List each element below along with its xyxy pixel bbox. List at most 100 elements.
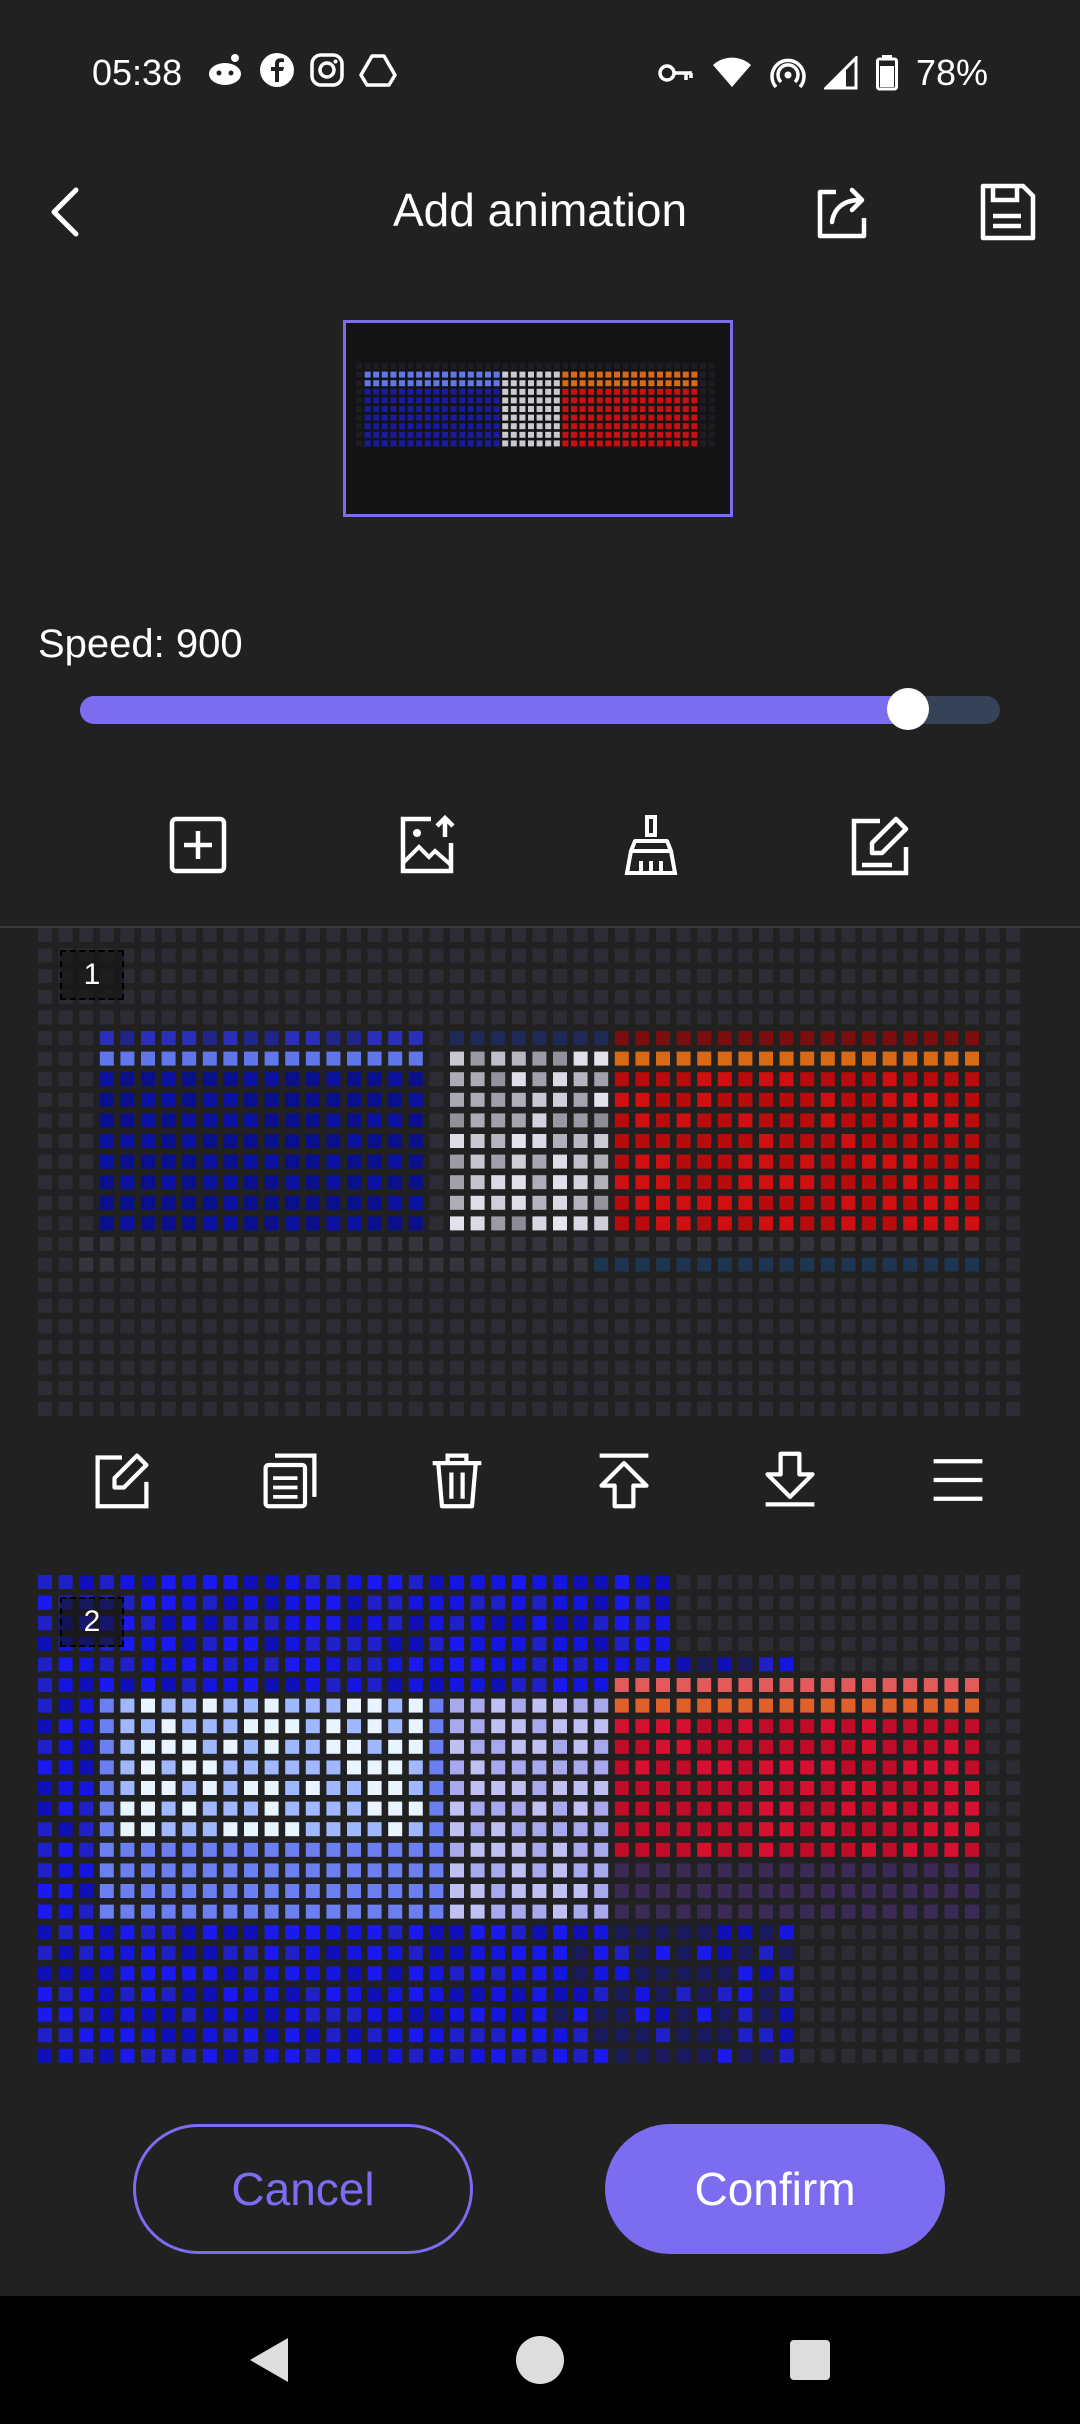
pixel	[491, 1842, 506, 1857]
pixel	[965, 928, 979, 942]
preview-pixel	[381, 414, 388, 421]
pixel	[141, 1134, 155, 1148]
pixel	[697, 1925, 712, 1940]
pixel	[388, 1987, 403, 2001]
pixel	[717, 1945, 732, 1960]
pixel	[985, 1657, 1000, 1672]
pixel	[367, 948, 382, 963]
move-down-button[interactable]	[758, 1445, 822, 1515]
pixel	[38, 1595, 52, 1610]
pixel	[285, 2007, 300, 2022]
save-button[interactable]	[970, 175, 1044, 249]
pixel	[285, 1801, 300, 1816]
pixel	[532, 1175, 547, 1190]
pixel	[800, 1401, 815, 1416]
animation-preview[interactable]	[343, 320, 733, 517]
pixel	[985, 1884, 1000, 1898]
pixel	[244, 1113, 258, 1128]
pixel	[367, 1237, 382, 1251]
pixel	[800, 969, 815, 984]
preview-pixel	[639, 397, 646, 404]
pixel	[58, 1237, 73, 1251]
pixel	[120, 2007, 135, 2022]
frame-card-2[interactable]: 2	[38, 1575, 1038, 2070]
pixel	[141, 1945, 155, 1960]
pixel	[202, 1257, 217, 1272]
copy-frame-button[interactable]	[258, 1445, 322, 1515]
pixel	[182, 948, 197, 963]
pixel	[347, 1987, 361, 2001]
preview-pixel	[476, 414, 483, 421]
edit-button[interactable]	[845, 810, 915, 880]
pixel	[553, 1781, 567, 1795]
pixel	[923, 1237, 938, 1251]
cancel-button[interactable]: Cancel	[133, 2124, 473, 2254]
pixel	[491, 1822, 506, 1837]
pixel	[305, 2028, 320, 2043]
pixel	[944, 1072, 959, 1087]
pixel	[161, 1575, 176, 1589]
pixel	[326, 1595, 341, 1610]
nav-back-button[interactable]	[238, 2328, 302, 2392]
pixel	[429, 1360, 444, 1375]
pixel	[202, 1863, 217, 1878]
edit-frame-button[interactable]	[90, 1445, 154, 1515]
preview-pixel	[450, 397, 457, 404]
pixel	[594, 1319, 609, 1334]
import-image-button[interactable]	[392, 810, 462, 880]
clear-button[interactable]	[616, 810, 686, 880]
pixel	[347, 1257, 361, 1272]
pixel	[614, 1195, 629, 1210]
pixel	[491, 1739, 506, 1754]
pixel	[882, 1195, 897, 1210]
pixel	[985, 1719, 1000, 1734]
move-to-top-button[interactable]	[592, 1445, 656, 1515]
preview-pixel	[502, 380, 509, 387]
pixel	[38, 1401, 52, 1416]
pixel	[697, 1401, 712, 1416]
speed-slider[interactable]	[80, 688, 1000, 730]
delete-frame-button[interactable]	[425, 1445, 489, 1515]
slider-thumb[interactable]	[887, 688, 929, 730]
pixel	[305, 1278, 320, 1293]
square-recents-icon	[790, 2340, 830, 2380]
pixel	[161, 1781, 176, 1795]
pixel	[244, 1616, 258, 1631]
preview-pixel	[691, 440, 698, 447]
pixel	[470, 1134, 485, 1148]
pixel	[161, 1401, 176, 1416]
pixel	[903, 1904, 918, 1919]
pixel	[182, 1925, 197, 1940]
preview-pixel	[708, 431, 715, 438]
pixel	[738, 1360, 753, 1375]
pixel	[573, 1340, 588, 1354]
preview-pixel	[424, 380, 431, 387]
confirm-button[interactable]: Confirm	[605, 2124, 945, 2254]
pixel	[58, 1842, 73, 1857]
nav-home-button[interactable]	[508, 2328, 572, 2392]
pixel	[244, 1636, 258, 1651]
frame-menu-button[interactable]	[926, 1445, 990, 1515]
preview-pixel	[536, 388, 543, 395]
pixel	[408, 948, 423, 963]
pixel	[223, 948, 238, 963]
pixel	[573, 1113, 588, 1128]
preview-pixel	[442, 371, 448, 378]
pixel	[58, 1134, 73, 1148]
preview-pixel	[571, 414, 577, 421]
add-frame-button[interactable]	[163, 810, 233, 880]
pixel	[38, 1945, 52, 1960]
frame-card-1[interactable]: 1	[38, 928, 1038, 1423]
preview-pixel	[356, 363, 362, 369]
pixel	[202, 1657, 217, 1672]
preview-pixel	[450, 414, 457, 421]
pixel	[553, 1381, 567, 1396]
pixel	[470, 1636, 485, 1651]
pixel	[882, 1360, 897, 1375]
preview-pixel	[605, 431, 612, 438]
preview-pixel	[356, 397, 362, 404]
share-button[interactable]	[805, 175, 879, 249]
pixel	[79, 2007, 94, 2022]
pixel	[965, 1739, 979, 1754]
nav-recents-button[interactable]	[778, 2328, 842, 2392]
